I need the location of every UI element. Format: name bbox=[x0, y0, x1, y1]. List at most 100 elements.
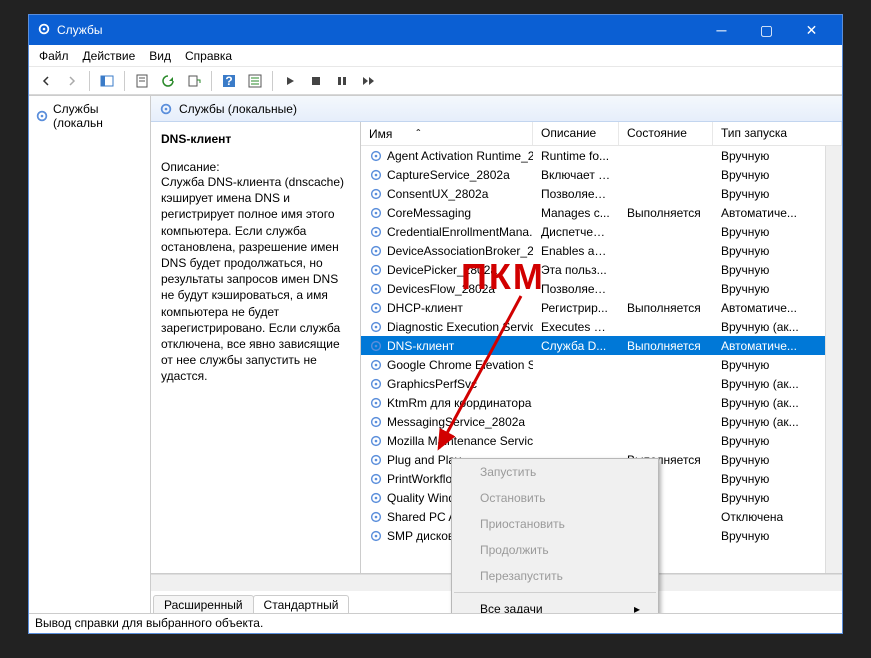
cell-desc: Включает д... bbox=[533, 168, 619, 182]
service-row[interactable]: ConsentUX_2802aПозволяет ...Вручную bbox=[361, 184, 842, 203]
service-row[interactable]: DHCP-клиентРегистрир...ВыполняетсяАвтома… bbox=[361, 298, 842, 317]
restart-svc-button[interactable] bbox=[357, 70, 379, 92]
cell-start: Вручную bbox=[713, 263, 842, 277]
cell-desc: Эта польз... bbox=[533, 263, 619, 277]
service-row[interactable]: CaptureService_2802aВключает д...Вручную bbox=[361, 165, 842, 184]
col-state[interactable]: Состояние bbox=[619, 122, 713, 145]
menubar: Файл Действие Вид Справка bbox=[29, 45, 842, 67]
tab-standard[interactable]: Стандартный bbox=[253, 595, 350, 613]
annotation-text: ПКМ bbox=[461, 256, 545, 298]
showhide-button[interactable] bbox=[96, 70, 118, 92]
col-name[interactable]: Имяˆ bbox=[361, 122, 533, 145]
cell-start: Автоматиче... bbox=[713, 301, 842, 315]
cell-state: Выполняется bbox=[619, 339, 713, 353]
export-button[interactable] bbox=[183, 70, 205, 92]
cell-name: ConsentUX_2802a bbox=[361, 187, 533, 201]
cell-desc: Служба D... bbox=[533, 339, 619, 353]
tree-node-label: Службы (локальн bbox=[53, 102, 144, 130]
service-row[interactable]: DeviceAssociationBroker_28...Enables ap.… bbox=[361, 241, 842, 260]
cell-name: CredentialEnrollmentMana... bbox=[361, 225, 533, 239]
service-row[interactable]: Diagnostic Execution ServiceExecutes di.… bbox=[361, 317, 842, 336]
gear-icon bbox=[37, 22, 51, 39]
menu-help[interactable]: Справка bbox=[185, 49, 232, 63]
cell-name: DNS-клиент bbox=[361, 339, 533, 353]
list-button[interactable] bbox=[244, 70, 266, 92]
service-row[interactable]: KtmRm для координатора ...Вручную (ак... bbox=[361, 393, 842, 412]
cell-start: Отключена bbox=[713, 510, 842, 524]
cell-desc: Enables ap... bbox=[533, 244, 619, 258]
help-button[interactable]: ? bbox=[218, 70, 240, 92]
start-svc-button[interactable] bbox=[279, 70, 301, 92]
close-button[interactable]: ✕ bbox=[789, 15, 834, 45]
menu-view[interactable]: Вид bbox=[149, 49, 171, 63]
service-row[interactable]: GraphicsPerfSvcВручную (ак... bbox=[361, 374, 842, 393]
cell-desc: Диспетчер ... bbox=[533, 225, 619, 239]
back-button[interactable] bbox=[35, 70, 57, 92]
cell-desc: Runtime fo... bbox=[533, 149, 619, 163]
tree-node-services[interactable]: Службы (локальн bbox=[33, 100, 146, 132]
service-row[interactable]: Mozilla Maintenance ServiceВручную bbox=[361, 431, 842, 450]
description-label: Описание: bbox=[161, 160, 350, 174]
tree-pane[interactable]: Службы (локальн bbox=[29, 96, 151, 613]
ctx-pause[interactable]: Приостановить bbox=[452, 511, 658, 537]
service-row[interactable]: DevicePicker_2802aЭта польз...Вручную bbox=[361, 260, 842, 279]
cell-start: Вручную bbox=[713, 491, 842, 505]
vertical-scrollbar[interactable] bbox=[825, 146, 842, 573]
cell-start: Вручную bbox=[713, 453, 842, 467]
tab-extended[interactable]: Расширенный bbox=[153, 595, 254, 613]
maximize-button[interactable]: ▢ bbox=[744, 15, 789, 45]
service-row[interactable]: DNS-клиентСлужба D...ВыполняетсяАвтомати… bbox=[361, 336, 842, 355]
cell-state: Выполняется bbox=[619, 301, 713, 315]
ctx-start[interactable]: Запустить bbox=[452, 459, 658, 485]
service-row[interactable]: MessagingService_2802aВручную (ак... bbox=[361, 412, 842, 431]
pause-svc-button[interactable] bbox=[331, 70, 353, 92]
cell-start: Вручную (ак... bbox=[713, 415, 842, 429]
cell-start: Вручную (ак... bbox=[713, 377, 842, 391]
service-row[interactable]: Agent Activation Runtime_28...Runtime fo… bbox=[361, 146, 842, 165]
service-row[interactable]: CoreMessagingManages c...ВыполняетсяАвто… bbox=[361, 203, 842, 222]
cell-start: Вручную bbox=[713, 168, 842, 182]
cell-start: Вручную bbox=[713, 358, 842, 372]
props-button[interactable] bbox=[131, 70, 153, 92]
cell-start: Вручную bbox=[713, 434, 842, 448]
minimize-button[interactable]: ─ bbox=[699, 15, 744, 45]
service-row[interactable]: CredentialEnrollmentMana...Диспетчер ...… bbox=[361, 222, 842, 241]
cell-name: Google Chrome Elevation S... bbox=[361, 358, 533, 372]
col-desc[interactable]: Описание bbox=[533, 122, 619, 145]
stop-svc-button[interactable] bbox=[305, 70, 327, 92]
cell-name: KtmRm для координатора ... bbox=[361, 396, 533, 410]
ctx-stop[interactable]: Остановить bbox=[452, 485, 658, 511]
cell-start: Вручную bbox=[713, 282, 842, 296]
cell-start: Вручную bbox=[713, 225, 842, 239]
menu-action[interactable]: Действие bbox=[83, 49, 136, 63]
description-text: Служба DNS-клиента (dnscache) кэширует и… bbox=[161, 174, 350, 384]
content: Службы (локальн Службы (локальные) DNS-к… bbox=[29, 95, 842, 613]
menu-file[interactable]: Файл bbox=[39, 49, 69, 63]
cell-start: Автоматиче... bbox=[713, 206, 842, 220]
cell-start: Вручную bbox=[713, 244, 842, 258]
ctx-restart[interactable]: Перезапустить bbox=[452, 563, 658, 589]
sort-icon: ˆ bbox=[416, 127, 420, 141]
refresh-button[interactable] bbox=[157, 70, 179, 92]
ctx-sep bbox=[454, 592, 656, 593]
col-start[interactable]: Тип запуска bbox=[713, 122, 842, 145]
service-row[interactable]: Google Chrome Elevation S... Вручную bbox=[361, 355, 842, 374]
cell-desc: Позволяет ... bbox=[533, 282, 619, 296]
service-row[interactable]: DevicesFlow_2802aПозволяет ...Вручную bbox=[361, 279, 842, 298]
titlebar[interactable]: Службы ─ ▢ ✕ bbox=[29, 15, 842, 45]
cell-name: Diagnostic Execution Service bbox=[361, 320, 533, 334]
status-bar: Вывод справки для выбранного объекта. bbox=[29, 613, 842, 633]
detail-info: DNS-клиент Описание: Служба DNS-клиента … bbox=[151, 122, 361, 573]
cell-start: Вручную bbox=[713, 529, 842, 543]
forward-button[interactable] bbox=[61, 70, 83, 92]
chevron-right-icon: ▸ bbox=[634, 602, 640, 613]
cell-name: Agent Activation Runtime_28... bbox=[361, 149, 533, 163]
cell-name: DHCP-клиент bbox=[361, 301, 533, 315]
ctx-alltasks[interactable]: Все задачи▸ bbox=[452, 596, 658, 613]
services-window: Службы ─ ▢ ✕ Файл Действие Вид Справка ? bbox=[28, 14, 843, 634]
svg-text:?: ? bbox=[225, 74, 232, 88]
ctx-resume[interactable]: Продолжить bbox=[452, 537, 658, 563]
cell-start: Вручную bbox=[713, 149, 842, 163]
cell-desc: Manages c... bbox=[533, 206, 619, 220]
cell-desc: Позволяет ... bbox=[533, 187, 619, 201]
